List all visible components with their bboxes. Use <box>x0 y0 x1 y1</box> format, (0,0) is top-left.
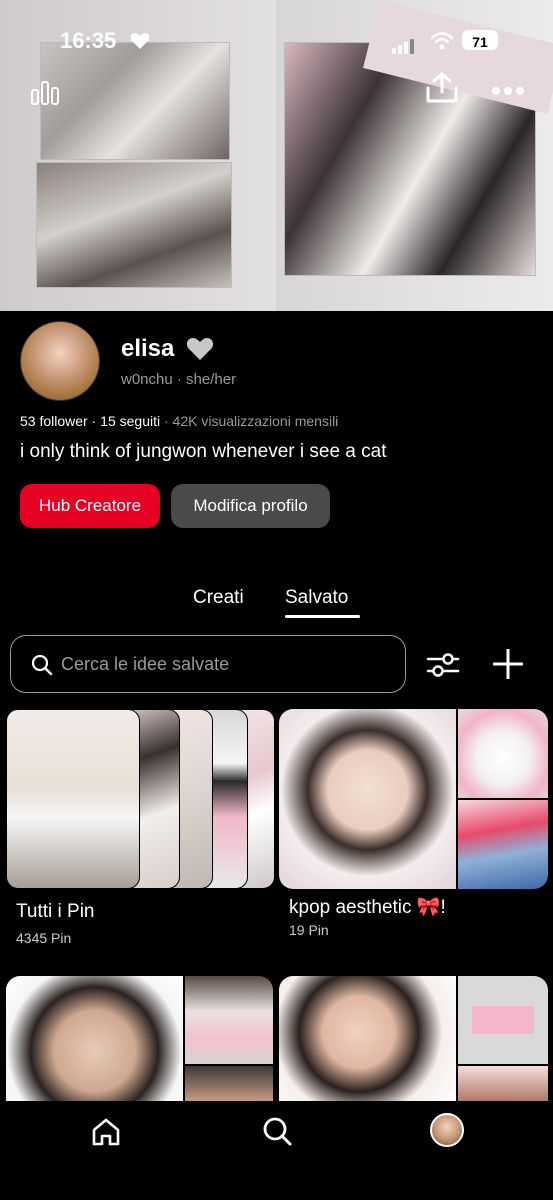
sticker-image <box>472 1006 534 1034</box>
bottom-navigation <box>0 1101 553 1200</box>
followers-count[interactable]: 53 follower <box>20 413 88 429</box>
saved-search-bar[interactable]: Cerca le idee salvate <box>10 635 406 693</box>
board-cover-image <box>279 976 456 1101</box>
board-cover-image <box>6 976 183 1101</box>
board-title: kpop aesthetic 🎀! <box>289 897 446 918</box>
board-kpop-aesthetic[interactable] <box>279 709 548 889</box>
creator-hub-button[interactable]: Hub Creatore <box>20 484 160 528</box>
share-icon[interactable] <box>425 72 459 104</box>
search-icon <box>31 654 53 676</box>
board-title: Tutti i Pin <box>16 901 95 922</box>
profile-bio: i only think of jungwon whenever i see a… <box>20 441 387 462</box>
more-icon[interactable] <box>491 86 525 96</box>
board-thumbnail <box>185 1066 273 1101</box>
profile-handle: w0nchu · she/her <box>121 371 237 388</box>
monthly-views: 42K visualizzazioni mensili <box>172 413 339 429</box>
board-all-pins[interactable] <box>6 709 275 889</box>
battery-indicator: 71 <box>462 30 498 50</box>
board-thumbnail <box>458 709 548 798</box>
profile-stats: 53 follower · 15 seguiti · 42K visualizz… <box>20 413 339 429</box>
filter-icon[interactable] <box>426 651 460 679</box>
heart-icon <box>130 33 150 49</box>
board-thumbnail <box>185 976 273 1064</box>
avatar[interactable] <box>20 321 100 401</box>
tab-created[interactable]: Creati <box>193 587 244 609</box>
tab-saved[interactable]: Salvato <box>285 587 348 609</box>
wifi-icon <box>430 32 454 50</box>
board-card[interactable] <box>279 976 548 1101</box>
board-thumbnail <box>6 709 140 889</box>
search-icon[interactable] <box>262 1116 292 1146</box>
board-pin-count: 19 Pin <box>289 922 329 938</box>
stats-icon[interactable] <box>30 80 60 106</box>
status-bar: 16:35 71 <box>0 0 553 80</box>
cover-photo <box>36 162 232 288</box>
active-tab-indicator <box>285 615 360 618</box>
board-thumbnail <box>458 976 548 1064</box>
board-card[interactable] <box>6 976 273 1101</box>
grey-heart-icon <box>186 338 214 360</box>
profile-avatar-tab[interactable] <box>430 1113 464 1147</box>
search-input[interactable]: Cerca le idee salvate <box>61 654 229 675</box>
board-thumbnail <box>458 1066 548 1101</box>
following-count[interactable]: 15 seguiti <box>100 413 160 429</box>
board-cover-image <box>279 709 456 889</box>
home-icon[interactable] <box>91 1117 121 1147</box>
status-time: 16:35 <box>60 28 117 53</box>
profile-name: elisa <box>121 335 175 362</box>
board-thumbnail <box>458 800 548 889</box>
plus-icon[interactable] <box>493 649 523 679</box>
edit-profile-button[interactable]: Modifica profilo <box>171 484 330 528</box>
board-pin-count: 4345 Pin <box>16 930 72 946</box>
signal-icon <box>392 36 416 54</box>
